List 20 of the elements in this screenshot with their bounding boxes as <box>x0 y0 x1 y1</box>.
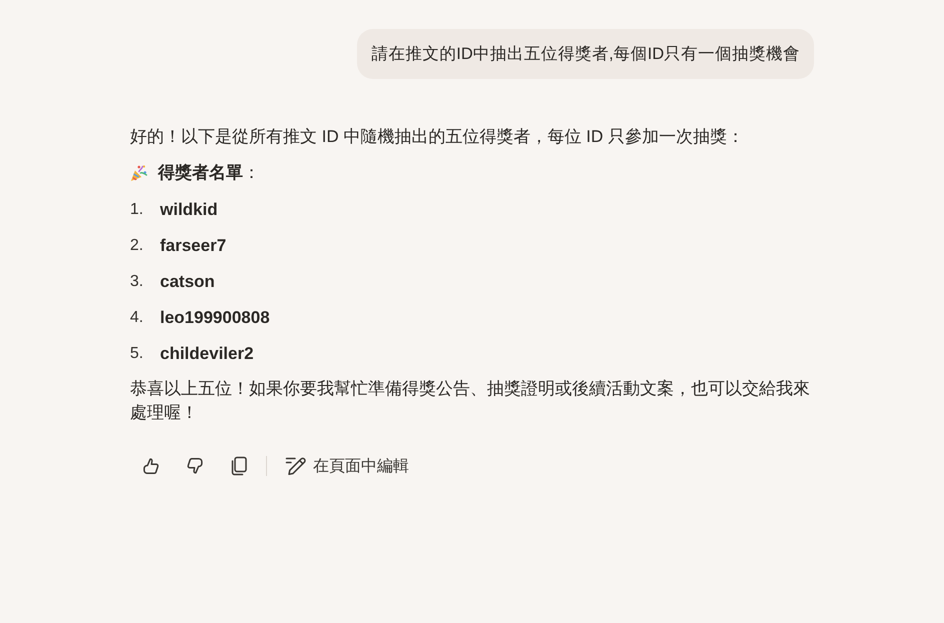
list-number: 3. <box>130 272 144 292</box>
party-popper-icon <box>130 164 148 182</box>
closing-text: 恭喜以上五位！如果你要我幫忙準備得獎公告、抽獎證明或後續活動文案，也可以交給我來處理喔！ <box>130 378 811 424</box>
thumbs-up-icon <box>141 456 161 476</box>
thumbs-down-icon <box>185 456 205 476</box>
user-message-bubble: 請在推文的ID中抽出五位得獎者,每個ID只有一個抽獎機會 <box>357 29 814 79</box>
winner-name: farseer7 <box>160 235 226 257</box>
list-number: 1. <box>130 200 144 220</box>
heading-text: 得獎者名單： <box>158 162 260 184</box>
list-number: 4. <box>130 308 144 328</box>
winner-name: catson <box>160 271 215 293</box>
list-number: 2. <box>130 236 144 256</box>
edit-button[interactable]: 在頁面中編輯 <box>279 450 415 482</box>
list-number: 5. <box>130 344 144 364</box>
winner-name: leo199900808 <box>160 307 270 329</box>
copy-icon <box>230 456 248 476</box>
winner-name: childeviler2 <box>160 343 254 365</box>
winner-name: wildkid <box>160 199 218 221</box>
intro-text: 好的！以下是從所有推文 ID 中隨機抽出的五位得獎者，每位 ID 只參加一次抽獎： <box>130 126 745 148</box>
pencil-icon <box>285 456 307 476</box>
